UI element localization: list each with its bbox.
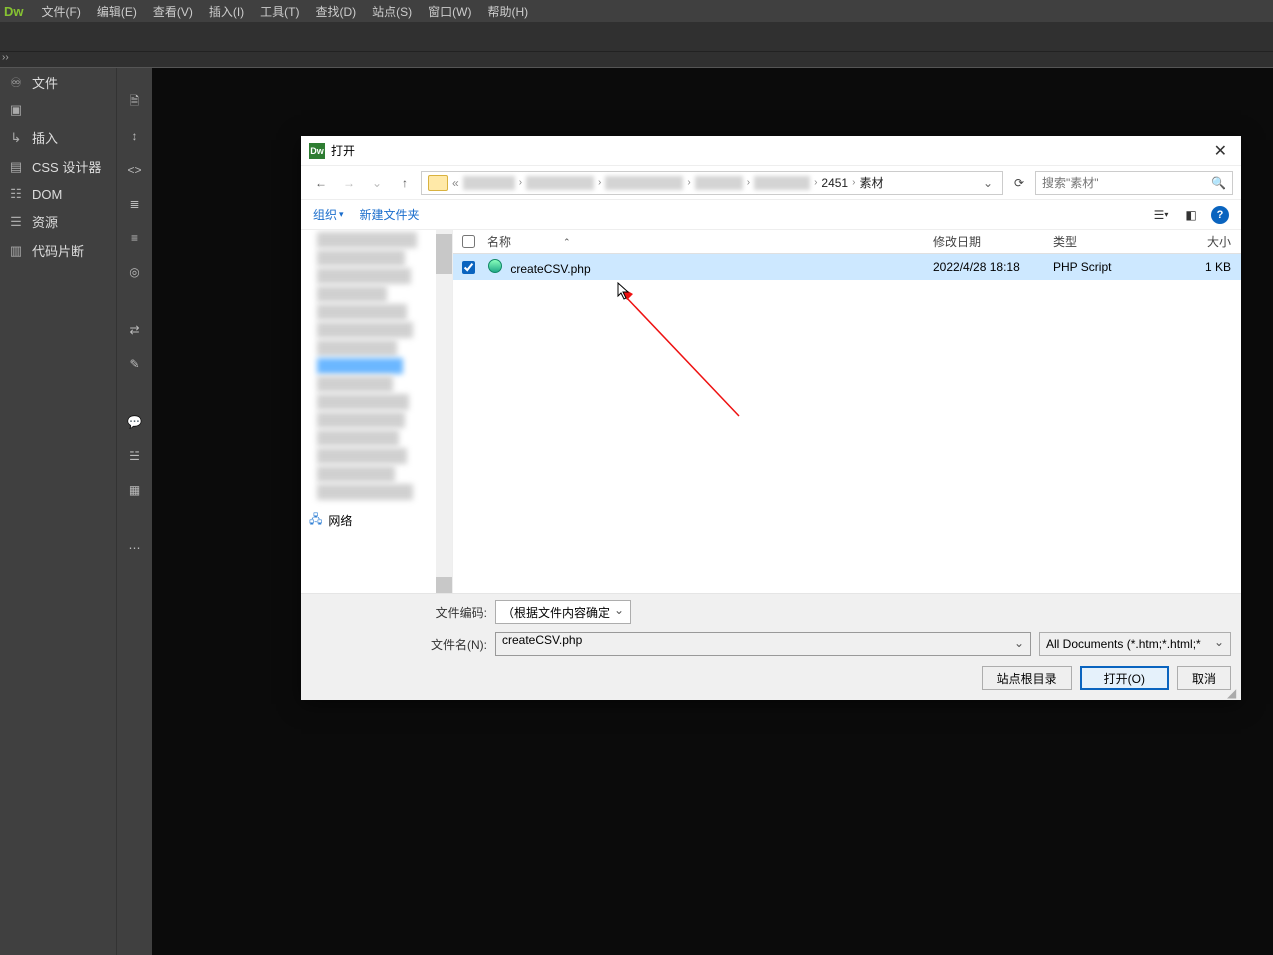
organize-button[interactable]: 组织 ▾ xyxy=(313,206,344,223)
dialog-footer: 文件编码: （根据文件内容确定 文件名(N): createCSV.php Al… xyxy=(301,593,1241,700)
panel-item-snippets[interactable]: ▥代码片断 xyxy=(0,236,116,265)
tool-layers-icon[interactable]: ☱ xyxy=(125,446,145,466)
tool-target-icon[interactable]: ◎ xyxy=(125,262,145,282)
list-header[interactable]: 名称 ⌃ 修改日期 类型 大小 xyxy=(453,230,1241,254)
search-box[interactable]: 🔍 xyxy=(1035,171,1233,195)
column-type[interactable]: 类型 xyxy=(1053,233,1165,250)
dialog-close-button[interactable]: ✕ xyxy=(1208,141,1233,161)
css-icon: ▤ xyxy=(8,159,24,175)
menu-file[interactable]: 文件(F) xyxy=(34,3,89,20)
folder-icon xyxy=(428,175,448,191)
tool-comment-icon[interactable]: 💬 xyxy=(125,412,145,432)
row-checkbox[interactable] xyxy=(462,261,475,274)
tree-scrollbar[interactable] xyxy=(436,230,452,593)
search-icon: 🔍 xyxy=(1211,176,1226,190)
breadcrumb[interactable]: « › › › › › 2451 › 素材 ⌄ xyxy=(421,171,1003,195)
image-icon: ▣ xyxy=(8,102,24,118)
snippet-icon: ▥ xyxy=(8,243,24,259)
refresh-button[interactable]: ⟳ xyxy=(1007,171,1031,195)
tool-grid-icon[interactable]: ▦ xyxy=(125,480,145,500)
select-all-checkbox[interactable] xyxy=(462,235,475,248)
dom-icon: ☷ xyxy=(8,186,24,202)
tab-handle: ›› xyxy=(0,52,1273,68)
dropdown-icon: ▾ xyxy=(339,209,344,220)
nav-recent-button[interactable]: ⌄ xyxy=(365,171,389,195)
encoding-select[interactable]: （根据文件内容确定 xyxy=(495,600,631,624)
tool-more-icon[interactable]: ⋯ xyxy=(125,538,145,558)
left-panel: ♾文件 ▣ ↳插入 ▤CSS 设计器 ☷DOM ☰资源 ▥代码片断 xyxy=(0,68,116,955)
cancel-button[interactable]: 取消 xyxy=(1177,666,1231,690)
menu-site[interactable]: 站点(S) xyxy=(364,3,420,20)
panel-item-assets[interactable]: ☰资源 xyxy=(0,207,116,236)
column-name[interactable]: 名称 ⌃ xyxy=(483,233,933,250)
menu-view[interactable]: 查看(V) xyxy=(145,3,201,20)
view-mode-button[interactable]: ☰ ▾ xyxy=(1151,206,1171,224)
menu-window[interactable]: 窗口(W) xyxy=(420,3,479,20)
dialog-toolbar: 组织 ▾ 新建文件夹 ☰ ▾ ◧ ? xyxy=(301,200,1241,230)
file-type: PHP Script xyxy=(1053,260,1165,274)
file-size: 1 KB xyxy=(1165,260,1241,274)
menu-tools[interactable]: 工具(T) xyxy=(252,3,307,20)
panel-item-dom[interactable]: ☷DOM xyxy=(0,181,116,207)
app-logo: Dw xyxy=(4,4,24,19)
tool-list-icon[interactable]: ≣ xyxy=(125,194,145,214)
file-row[interactable]: createCSV.php 2022/4/28 18:18 PHP Script… xyxy=(453,254,1241,280)
preview-pane-button[interactable]: ◧ xyxy=(1181,206,1201,224)
tool-code-icon[interactable]: <> xyxy=(125,160,145,180)
menu-insert[interactable]: 插入(I) xyxy=(201,3,252,20)
site-root-button[interactable]: 站点根目录 xyxy=(982,666,1072,690)
file-name: createCSV.php xyxy=(510,262,590,276)
resize-grip[interactable]: ◢ xyxy=(1227,686,1239,698)
insert-icon: ↳ xyxy=(8,130,24,146)
file-list: 名称 ⌃ 修改日期 类型 大小 createCSV.php 2022/4/28 … xyxy=(453,230,1241,593)
breadcrumb-part2[interactable]: 素材 xyxy=(859,174,883,191)
help-button[interactable]: ? xyxy=(1211,206,1229,224)
search-input[interactable] xyxy=(1042,176,1211,190)
php-file-icon xyxy=(488,259,502,273)
dialog-title: 打开 xyxy=(331,142,355,159)
column-date[interactable]: 修改日期 xyxy=(933,233,1053,250)
network-icon: 🖧 xyxy=(309,510,322,531)
encoding-label: 文件编码: xyxy=(311,604,487,621)
tree-icon: ♾ xyxy=(8,75,24,91)
tool-expand-icon[interactable]: ⇄ xyxy=(125,320,145,340)
column-size[interactable]: 大小 xyxy=(1165,233,1241,250)
dialog-nav: ← → ⌄ ↑ « › › › › › 2451 › 素材 ⌄ ⟳ 🔍 xyxy=(301,166,1241,200)
panel-item-insert[interactable]: ↳插入 xyxy=(0,123,116,152)
nav-back-button[interactable]: ← xyxy=(309,171,333,195)
breadcrumb-part1[interactable]: 2451 xyxy=(821,176,848,190)
sub-toolbar xyxy=(0,22,1273,52)
panel-item-css[interactable]: ▤CSS 设计器 xyxy=(0,152,116,181)
app-menubar: Dw 文件(F) 编辑(E) 查看(V) 插入(I) 工具(T) 查找(D) 站… xyxy=(0,0,1273,22)
menu-help[interactable]: 帮助(H) xyxy=(479,3,536,20)
filename-label: 文件名(N): xyxy=(311,636,487,653)
tree-network[interactable]: 🖧 网络 xyxy=(301,506,452,535)
tool-magic-icon[interactable]: ✎ xyxy=(125,354,145,374)
open-button[interactable]: 打开(O) xyxy=(1080,666,1169,690)
menu-find[interactable]: 查找(D) xyxy=(307,3,364,20)
vertical-toolbar: 🗎 ↕ <> ≣ ≡ ◎ ⇄ ✎ 💬 ☱ ▦ ⋯ xyxy=(116,68,152,955)
panel-item-images[interactable]: ▣ xyxy=(0,97,116,123)
menu-edit[interactable]: 编辑(E) xyxy=(89,3,145,20)
tool-updown-icon[interactable]: ↕ xyxy=(125,126,145,146)
tool-align-icon[interactable]: ≡ xyxy=(125,228,145,248)
filename-input[interactable]: createCSV.php xyxy=(495,632,1031,656)
assets-icon: ☰ xyxy=(8,214,24,230)
nav-forward-button[interactable]: → xyxy=(337,171,361,195)
sort-arrow-icon: ⌃ xyxy=(563,237,571,248)
folder-tree[interactable]: 🖧 网络 xyxy=(301,230,453,593)
filetype-select[interactable]: All Documents (*.htm;*.html;* xyxy=(1039,632,1231,656)
breadcrumb-dropdown-icon[interactable]: ⌄ xyxy=(980,176,996,190)
dialog-app-icon: Dw xyxy=(309,143,325,159)
nav-up-button[interactable]: ↑ xyxy=(393,171,417,195)
file-date: 2022/4/28 18:18 xyxy=(933,260,1053,274)
open-file-dialog: Dw 打开 ✕ ← → ⌄ ↑ « › › › › › 2451 › 素材 ⌄ xyxy=(301,136,1241,700)
tool-doc-icon[interactable]: 🗎 xyxy=(125,92,145,112)
dialog-titlebar: Dw 打开 ✕ xyxy=(301,136,1241,166)
panel-item-files[interactable]: ♾文件 xyxy=(0,68,116,97)
new-folder-button[interactable]: 新建文件夹 xyxy=(360,206,420,223)
